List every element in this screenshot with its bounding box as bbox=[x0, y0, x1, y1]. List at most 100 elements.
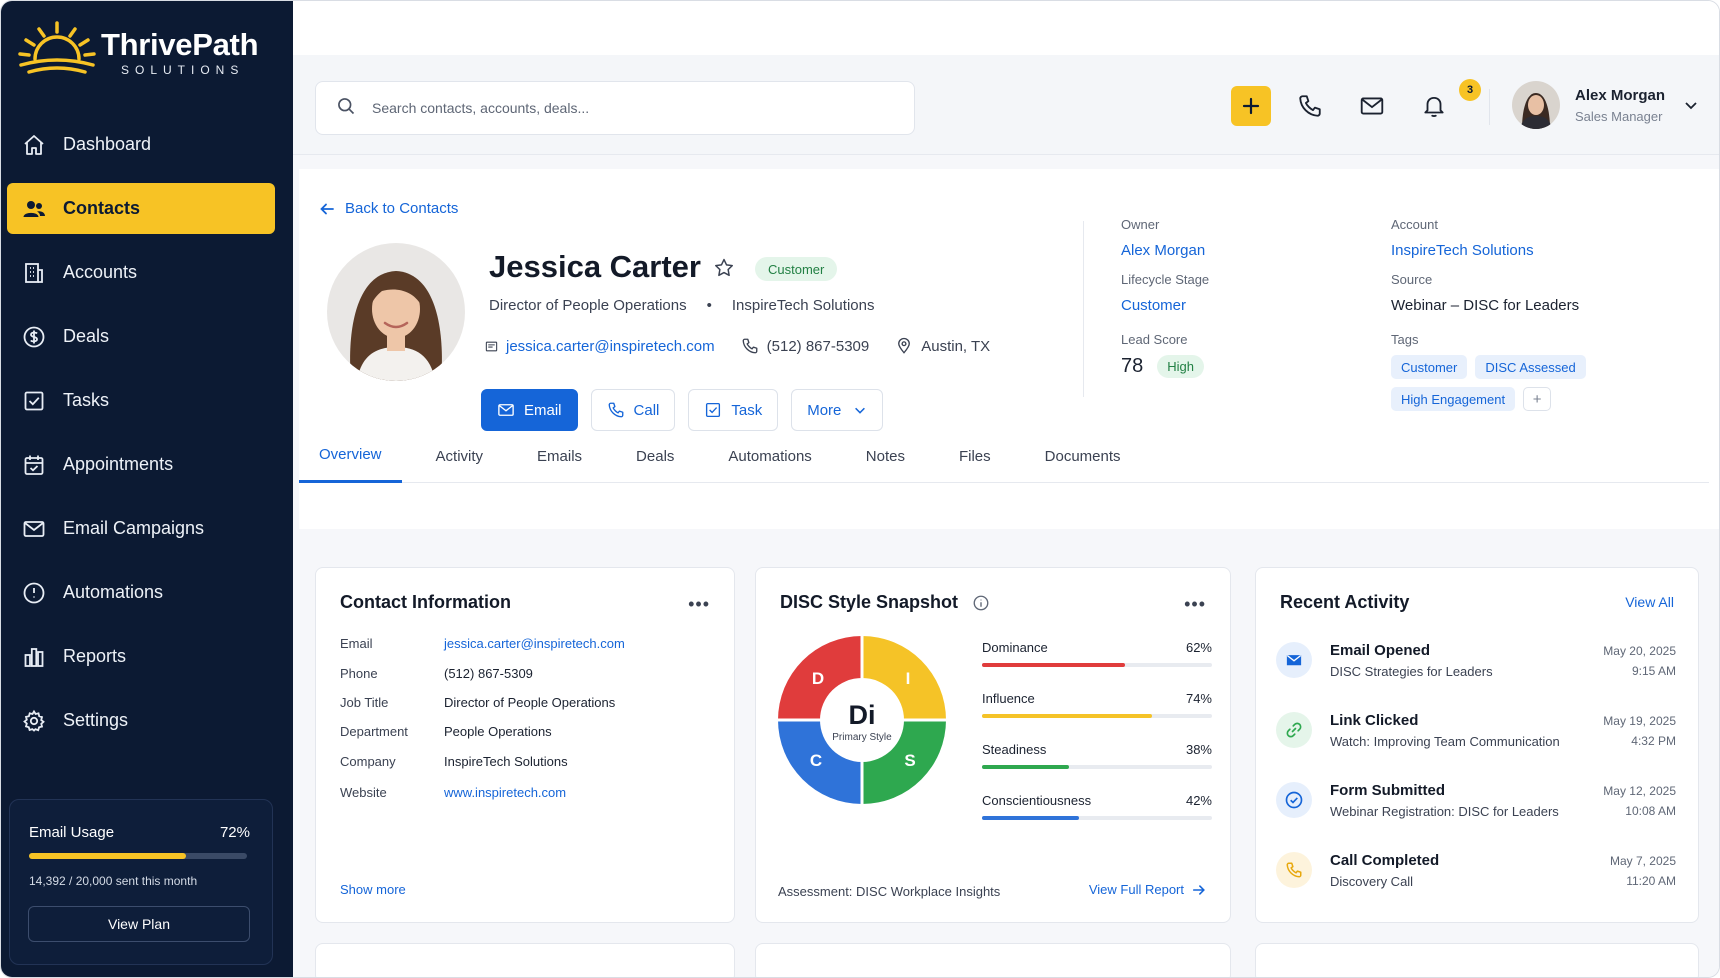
contact-actions: Email Call Task More bbox=[481, 389, 896, 431]
search-box[interactable] bbox=[315, 81, 915, 135]
back-to-contacts-link[interactable]: Back to Contacts bbox=[319, 200, 458, 217]
lead-score-field: Lead Score 78 High bbox=[1121, 332, 1204, 378]
call-button[interactable]: Call bbox=[590, 389, 676, 431]
more-options-icon[interactable]: ••• bbox=[688, 594, 710, 615]
notifications-button[interactable] bbox=[1417, 89, 1451, 123]
sidebar-item-automations[interactable]: Automations bbox=[7, 567, 275, 618]
tab-automations[interactable]: Automations bbox=[708, 429, 831, 483]
sidebar-item-tasks[interactable]: Tasks bbox=[7, 375, 275, 426]
more-options-icon[interactable]: ••• bbox=[1184, 594, 1206, 615]
sidebar-item-label: Dashboard bbox=[63, 134, 152, 154]
sidebar-item-appointments[interactable]: Appointments bbox=[7, 439, 275, 490]
main-area: 3 Alex Morgan Sales Manager Back to Cont… bbox=[293, 1, 1719, 977]
tab-overview[interactable]: Overview bbox=[299, 429, 402, 483]
add-new-button[interactable] bbox=[1231, 86, 1271, 126]
mail-icon bbox=[1276, 642, 1312, 678]
checkbox-icon bbox=[706, 402, 721, 418]
sidebar-item-label: Automations bbox=[63, 582, 164, 602]
view-all-link[interactable]: View All bbox=[1625, 594, 1674, 610]
star-icon[interactable] bbox=[713, 257, 735, 284]
more-button-label: More bbox=[807, 401, 842, 419]
automation-icon bbox=[21, 580, 47, 606]
contact-subtitle: Director of People Operations • InspireT… bbox=[489, 297, 875, 314]
info-icon[interactable] bbox=[972, 594, 990, 612]
tag-chip[interactable]: Customer bbox=[1391, 355, 1468, 379]
sun-logo-icon bbox=[18, 21, 96, 74]
contact-email-link[interactable]: jessica.carter@inspiretech.com bbox=[506, 338, 715, 355]
lead-score-label: Lead Score bbox=[1121, 332, 1188, 347]
tags-field: Tags Customer DISC Assessed High Engagem… bbox=[1391, 332, 1651, 419]
tag-list: Customer DISC Assessed High Engagement + bbox=[1391, 355, 1651, 419]
sidebar-item-deals[interactable]: Deals bbox=[7, 311, 275, 362]
email-usage-bar bbox=[29, 853, 247, 859]
user-avatar[interactable] bbox=[1512, 81, 1560, 129]
sidebar-item-contacts[interactable]: Contacts bbox=[7, 183, 275, 234]
task-button[interactable]: Task bbox=[688, 389, 779, 431]
account-label: Account bbox=[1391, 217, 1438, 232]
card-peek bbox=[1255, 943, 1699, 977]
tab-emails[interactable]: Emails bbox=[517, 429, 602, 483]
show-more-link[interactable]: Show more bbox=[340, 882, 406, 897]
back-label: Back to Contacts bbox=[345, 200, 459, 217]
phone-button[interactable] bbox=[1293, 89, 1327, 123]
add-tag-button[interactable]: + bbox=[1523, 387, 1552, 411]
account-field: Account InspireTech Solutions bbox=[1391, 217, 1534, 259]
contact-tabs: Overview Activity Emails Deals Automatio… bbox=[299, 429, 1709, 483]
tab-documents[interactable]: Documents bbox=[1025, 429, 1141, 483]
activity-item[interactable]: Email Opened DISC Strategies for Leaders… bbox=[1276, 642, 1676, 698]
sidebar-item-settings[interactable]: Settings bbox=[7, 695, 275, 746]
activity-item[interactable]: Link Clicked Watch: Improving Team Commu… bbox=[1276, 712, 1676, 768]
tag-chip[interactable]: DISC Assessed bbox=[1475, 355, 1586, 379]
reports-icon bbox=[21, 644, 47, 670]
sidebar-item-label: Email Campaigns bbox=[63, 518, 205, 538]
dollar-icon bbox=[21, 324, 47, 350]
sidebar: ThrivePath SOLUTIONS Dashboard Contacts bbox=[1, 1, 293, 977]
sidebar-item-accounts[interactable]: Accounts bbox=[7, 247, 275, 298]
lead-score-value: 78 bbox=[1121, 355, 1144, 377]
tab-files[interactable]: Files bbox=[939, 429, 1011, 483]
location-pin-icon bbox=[898, 337, 911, 354]
search-input[interactable] bbox=[372, 100, 872, 116]
tab-activity[interactable]: Activity bbox=[416, 429, 504, 483]
brand-name: ThrivePath bbox=[101, 27, 259, 62]
sidebar-item-dashboard[interactable]: Dashboard bbox=[7, 119, 275, 170]
email-usage-bar-fill bbox=[29, 853, 186, 859]
sidebar-item-reports[interactable]: Reports bbox=[7, 631, 275, 682]
card-title: Recent Activity bbox=[1280, 592, 1410, 612]
card-peek bbox=[315, 943, 735, 977]
quadrant-label-s: S bbox=[904, 751, 915, 770]
sidebar-item-label: Accounts bbox=[63, 262, 138, 282]
lifecycle-value[interactable]: Customer bbox=[1121, 297, 1209, 314]
check-circle-icon bbox=[1276, 782, 1312, 818]
owner-link[interactable]: Alex Morgan bbox=[1121, 242, 1205, 259]
account-link[interactable]: InspireTech Solutions bbox=[1391, 242, 1534, 259]
sidebar-item-label: Deals bbox=[63, 326, 110, 346]
tab-deals[interactable]: Deals bbox=[616, 429, 694, 483]
notification-count-badge: 3 bbox=[1459, 79, 1481, 101]
calendar-icon bbox=[21, 452, 47, 478]
tag-chip[interactable]: High Engagement bbox=[1391, 387, 1516, 411]
envelope-icon bbox=[485, 341, 498, 351]
mail-button[interactable] bbox=[1355, 89, 1389, 123]
logo[interactable]: ThrivePath SOLUTIONS bbox=[17, 21, 277, 85]
sidebar-item-email-campaigns[interactable]: Email Campaigns bbox=[7, 503, 275, 554]
info-email-link[interactable]: jessica.carter@inspiretech.com bbox=[444, 636, 625, 651]
tab-notes[interactable]: Notes bbox=[846, 429, 925, 483]
chevron-down-icon[interactable] bbox=[1683, 97, 1699, 118]
info-row: Job Title Director of People Operations bbox=[340, 695, 616, 710]
view-full-report-link[interactable]: View Full Report bbox=[1089, 882, 1206, 897]
info-website-link[interactable]: www.inspiretech.com bbox=[444, 785, 566, 800]
more-dropdown-button[interactable]: More bbox=[791, 389, 884, 431]
email-button[interactable]: Email bbox=[481, 389, 578, 431]
disc-bar-fill bbox=[982, 765, 1070, 769]
activity-item[interactable]: Form Submitted Webinar Registration: DIS… bbox=[1276, 782, 1676, 838]
disc-bar-fill bbox=[982, 714, 1153, 718]
info-row: Phone (512) 867-5309 bbox=[340, 666, 533, 681]
disc-bar-fill bbox=[982, 663, 1125, 667]
view-plan-button[interactable]: View Plan bbox=[28, 906, 250, 942]
info-row: Company InspireTech Solutions bbox=[340, 754, 568, 769]
activity-item[interactable]: Call Completed Discovery Call May 7, 202… bbox=[1276, 852, 1676, 908]
contact-phone[interactable]: (512) 867-5309 bbox=[767, 338, 870, 355]
lifecycle-field: Lifecycle Stage Customer bbox=[1121, 272, 1209, 314]
owner-label: Owner bbox=[1121, 217, 1160, 232]
